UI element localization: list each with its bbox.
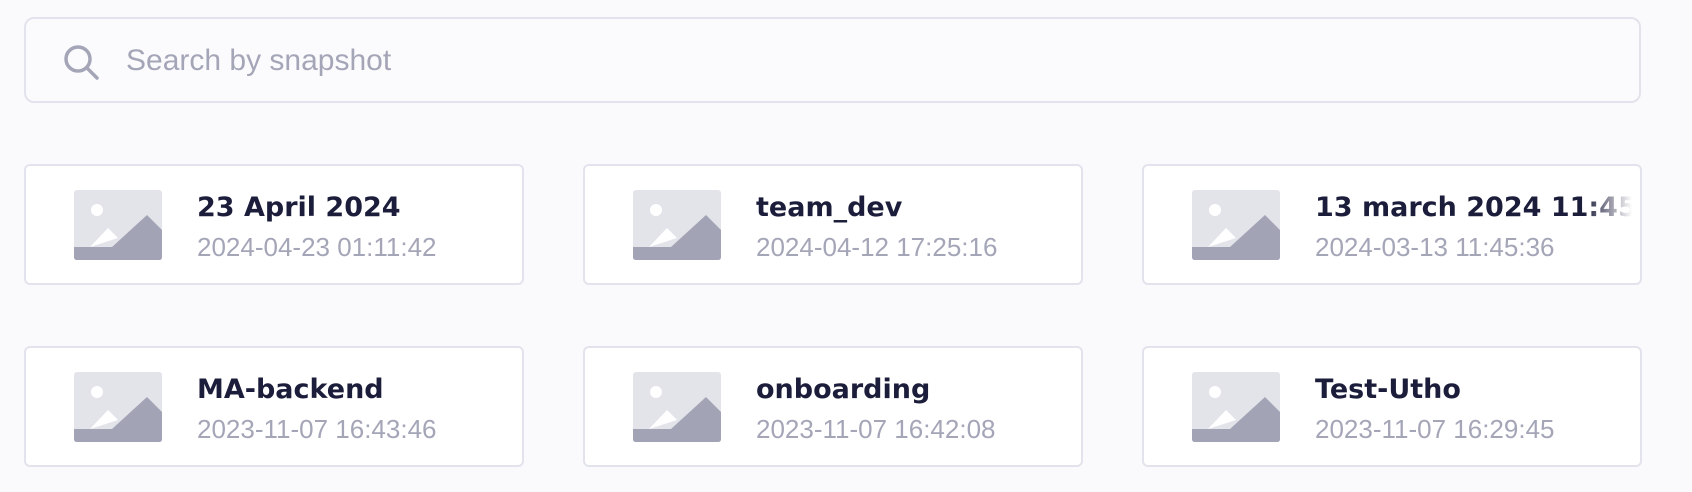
snapshot-info: team_dev 2024-04-12 17:25:16 — [756, 191, 1073, 263]
snapshot-card[interactable]: MA-backend 2023-11-07 16:43:46 — [24, 346, 524, 467]
search-input[interactable] — [126, 39, 1606, 83]
snapshot-info: onboarding 2023-11-07 16:42:08 — [756, 373, 1073, 445]
image-placeholder-icon — [1192, 190, 1280, 260]
snapshot-info: MA-backend 2023-11-07 16:43:46 — [197, 373, 514, 445]
snapshot-name: onboarding — [756, 374, 931, 405]
snapshot-info: 23 April 2024 2024-04-23 01:11:42 — [197, 191, 514, 263]
snapshot-date: 2023-11-07 16:43:46 — [197, 414, 437, 444]
snapshot-grid: 23 April 2024 2024-04-23 01:11:42 team_d… — [24, 164, 1642, 467]
search-icon — [64, 45, 99, 80]
snapshot-name: 23 April 2024 — [197, 192, 401, 223]
image-placeholder-icon — [1192, 372, 1280, 442]
snapshot-name: 13 march 2024 11:45:36 — [1315, 192, 1632, 223]
snapshot-card[interactable]: Test-Utho 2023-11-07 16:29:45 — [1142, 346, 1642, 467]
snapshot-date: 2024-04-12 17:25:16 — [756, 232, 998, 262]
snapshot-card[interactable]: team_dev 2024-04-12 17:25:16 — [583, 164, 1083, 285]
snapshot-name: Test-Utho — [1315, 374, 1461, 405]
snapshot-date: 2023-11-07 16:29:45 — [1315, 414, 1555, 444]
snapshot-info: 13 march 2024 11:45:36 2024-03-13 11:45:… — [1315, 191, 1632, 263]
snapshot-date: 2024-04-23 01:11:42 — [197, 232, 437, 262]
snapshot-card[interactable]: 23 April 2024 2024-04-23 01:11:42 — [24, 164, 524, 285]
search-bar[interactable] — [24, 17, 1641, 103]
snapshot-date: 2023-11-07 16:42:08 — [756, 414, 996, 444]
snapshot-card[interactable]: 13 march 2024 11:45:36 2024-03-13 11:45:… — [1142, 164, 1642, 285]
image-placeholder-icon — [633, 190, 721, 260]
snapshot-name: MA-backend — [197, 374, 384, 405]
snapshot-name: team_dev — [756, 192, 903, 223]
image-placeholder-icon — [74, 190, 162, 260]
image-placeholder-icon — [74, 372, 162, 442]
snapshot-picker: 23 April 2024 2024-04-23 01:11:42 team_d… — [0, 0, 1692, 492]
snapshot-date: 2024-03-13 11:45:36 — [1315, 232, 1555, 262]
snapshot-info: Test-Utho 2023-11-07 16:29:45 — [1315, 373, 1632, 445]
snapshot-card[interactable]: onboarding 2023-11-07 16:42:08 — [583, 346, 1083, 467]
image-placeholder-icon — [633, 372, 721, 442]
